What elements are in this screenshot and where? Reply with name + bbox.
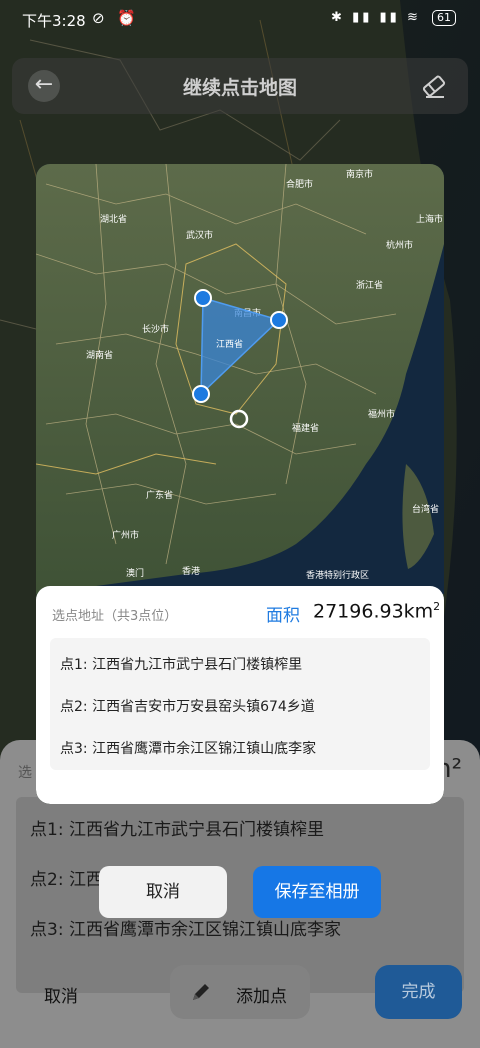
signal-wifi-icons: ✱ ▮▮ ▮▮ ≋ [331, 10, 421, 25]
map-label: 长沙市 [142, 323, 169, 334]
add-point-label: 添加点 [236, 987, 287, 1007]
map-label: 合肥市 [286, 178, 313, 189]
map-label: 湖南省 [86, 349, 113, 360]
map-label: 台湾省 [412, 503, 439, 514]
list-item: 点3: 江西省鹰潭市余江区锦江镇山底李家 [60, 741, 317, 757]
bottom-actions: 取消 添加点 完成 [0, 965, 480, 1025]
list-item: 点1: 江西省九江市武宁县石门楼镇榨里 [30, 820, 324, 840]
save-to-album-button[interactable]: 保存至相册 [253, 866, 381, 918]
map-point-marker [270, 311, 288, 329]
map-label: 香港 [182, 565, 200, 576]
map-label: 澳门 [126, 567, 144, 578]
popup-cancel-button[interactable]: 取消 [99, 866, 227, 918]
points-list: 点1: 江西省九江市武宁县石门楼镇榨里 点2: 江西省吉安市万安县窑头镇674乡… [50, 638, 430, 770]
map-label: 福州市 [368, 408, 395, 419]
map-label: 武汉市 [186, 229, 213, 240]
sheet-title: 选 [18, 765, 32, 781]
map-label: 广州市 [112, 529, 139, 540]
map-point-marker [194, 289, 212, 307]
list-item: 点2: 江西 [30, 870, 103, 890]
status-bar: 下午3:28 ⊘ ⏰ ✱ ▮▮ ▮▮ ≋ 61 [0, 0, 480, 40]
sheet-point-list: 点1: 江西省九江市武宁县石门楼镇榨里 点2: 江西 点3: 江西省鹰潭市余江区… [16, 797, 464, 993]
map-label: 福建省 [292, 422, 319, 433]
map-label: 上海市 [416, 213, 443, 224]
done-button[interactable]: 完成 [375, 965, 462, 1019]
map-label: 浙江省 [356, 279, 383, 290]
map-label: 湖北省 [100, 213, 127, 224]
status-time: 下午3:28 [22, 12, 86, 30]
top-bar: ← 继续点击地图 [12, 58, 468, 114]
area-label: 面积 [266, 606, 300, 626]
status-left-icons: ⊘ ⏰ [92, 9, 141, 27]
map-label: 杭州市 [386, 239, 413, 250]
list-item: 点2: 江西省吉安市万安县窑头镇674乡道 [60, 699, 315, 715]
list-item: 点3: 江西省鹰潭市余江区锦江镇山底李家 [30, 920, 341, 940]
area-value: 27196.93km2 [313, 600, 441, 623]
battery-icon: 61 [432, 10, 456, 26]
points-list-title: 选点地址（共3点位） [52, 609, 178, 624]
preview-map: 合肥市 南京市 上海市 湖北省 武汉市 杭州市 浙江省 长沙市 南昌市 湖南省 … [36, 164, 444, 594]
eraser-icon [422, 75, 446, 98]
eraser-button[interactable] [420, 72, 448, 100]
map-label: 香港特别行政区 [306, 569, 369, 580]
map-label: 广东省 [146, 489, 173, 500]
area-info-panel: 选点地址（共3点位） 面积 27196.93km2 点1: 江西省九江市武宁县石… [36, 586, 444, 804]
polygon-label: 江西省 [216, 338, 243, 349]
map-point-marker [192, 385, 210, 403]
status-right-icons: ✱ ▮▮ ▮▮ ≋ 61 [331, 10, 456, 26]
map-label: 南京市 [346, 168, 373, 179]
cancel-button[interactable]: 取消 [44, 982, 78, 1007]
add-point-button[interactable]: 添加点 [170, 965, 310, 1019]
pencil-icon [193, 984, 209, 1000]
list-item: 点1: 江西省九江市武宁县石门楼镇榨里 [60, 657, 303, 673]
preview-card: 合肥市 南京市 上海市 湖北省 武汉市 杭州市 浙江省 长沙市 南昌市 湖南省 … [36, 164, 444, 804]
page-title: 继续点击地图 [182, 77, 297, 99]
